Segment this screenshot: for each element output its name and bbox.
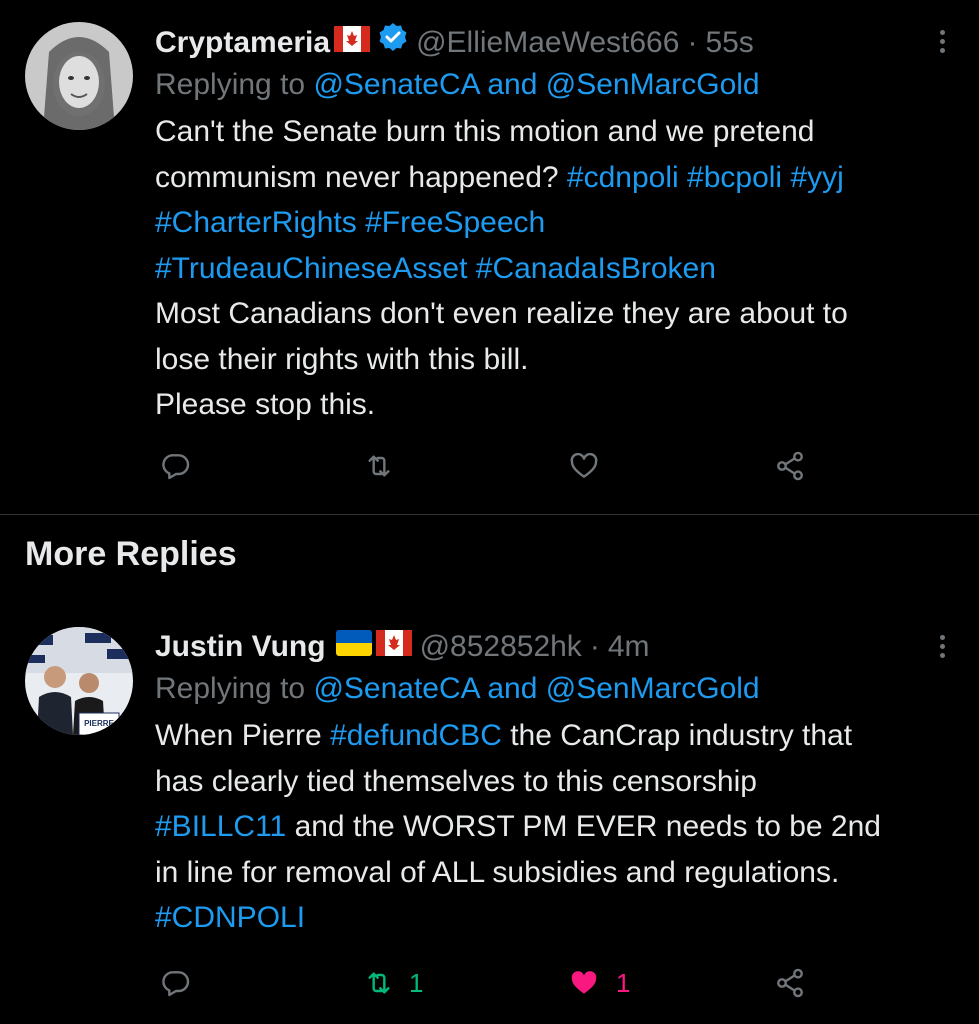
- text-line: has clearly tied themselves to this cens…: [155, 764, 757, 798]
- text-line: #CDNPOLI: [155, 895, 949, 941]
- share-icon: [777, 451, 803, 481]
- mention-link[interactable]: @SenMarcGold: [546, 68, 760, 101]
- timestamp[interactable]: 55s: [705, 23, 753, 63]
- heart-icon: [570, 452, 598, 478]
- tweet-header: Cryptameria @EllieMaeWest666 · 55s: [155, 22, 949, 63]
- tweet-actions: 1 1: [160, 967, 979, 1007]
- text-span: the CanCrap industry that: [510, 719, 853, 752]
- text-line: communism never happened? #cdnpoli #bcpo…: [155, 155, 949, 201]
- hashtag-link[interactable]: #yyj: [790, 161, 843, 194]
- text-span: and the WORST PM EVER needs to be 2nd: [294, 810, 881, 843]
- share-button[interactable]: [774, 450, 806, 482]
- text-line: Most Canadians don't even realize they a…: [155, 297, 848, 330]
- more-dot: [939, 635, 945, 640]
- more-dot: [939, 653, 945, 658]
- canada-flag-icon: [375, 627, 412, 667]
- hashtag-link[interactable]: #FreeSpeech: [365, 206, 545, 239]
- hashtag-link[interactable]: #CharterRights: [155, 206, 357, 239]
- tweet-header: Justin Vung @852852hk · 4m: [155, 627, 949, 667]
- handle[interactable]: @EllieMaeWest666: [416, 23, 679, 63]
- replying-to: Replying to @SenateCA and @SenMarcGold: [155, 667, 949, 711]
- text-span: communism never happened?: [155, 160, 559, 194]
- avatar[interactable]: PIERRE: [25, 627, 133, 735]
- replying-and: and: [487, 672, 538, 705]
- handle[interactable]: @852852hk: [420, 627, 582, 667]
- hashtag-link[interactable]: #TrudeauChineseAsset: [155, 252, 467, 285]
- more-options-button[interactable]: [937, 631, 947, 662]
- replying-to-label: Replying to: [155, 68, 306, 101]
- reply-icon: [162, 971, 190, 997]
- more-dot: [939, 48, 945, 53]
- text-line: When Pierre #defundCBC the CanCrap indus…: [155, 713, 949, 759]
- text-line: in line for removal of ALL subsidies and…: [155, 855, 840, 889]
- verified-badge-icon: [378, 22, 408, 63]
- text-line: Please stop this.: [155, 388, 376, 421]
- display-name[interactable]: Justin Vung: [155, 627, 326, 667]
- hashtag-link[interactable]: #defundCBC: [330, 719, 502, 752]
- retweet-button[interactable]: 1: [363, 967, 423, 999]
- replying-and: and: [487, 68, 538, 101]
- like-button[interactable]: [568, 450, 600, 482]
- replying-to-label: Replying to: [155, 672, 306, 705]
- retweet-icon: [368, 455, 390, 477]
- text-line: #TrudeauChineseAsset #CanadaIsBroken: [155, 246, 949, 292]
- avatar-sign-text: PIERRE: [84, 719, 114, 728]
- more-options-button[interactable]: [937, 26, 947, 57]
- text-line: #CharterRights #FreeSpeech: [155, 200, 949, 246]
- tweet-actions: [160, 450, 979, 490]
- like-button[interactable]: 1: [568, 967, 630, 999]
- hashtag-link[interactable]: #BILLC11: [155, 810, 286, 843]
- separator: ·: [589, 630, 600, 663]
- timestamp[interactable]: 4m: [608, 627, 650, 667]
- reply-icon: [162, 454, 190, 480]
- avatar[interactable]: [25, 22, 133, 130]
- display-name[interactable]: Cryptameria: [155, 23, 330, 63]
- like-count: 1: [616, 967, 631, 998]
- reply-button[interactable]: [160, 967, 192, 999]
- text-line: Can't the Senate burn this motion and we…: [155, 115, 815, 148]
- heart-icon: [571, 971, 597, 994]
- retweet-icon: [368, 972, 390, 994]
- canada-flag-icon: [334, 23, 371, 63]
- section-title: More Replies: [25, 535, 237, 573]
- more-dot: [939, 30, 945, 35]
- share-button[interactable]: [774, 967, 806, 999]
- divider: [0, 514, 979, 515]
- retweet-count: 1: [409, 967, 424, 998]
- more-dot: [939, 39, 945, 44]
- mention-link[interactable]: @SenateCA: [313, 68, 479, 101]
- share-icon: [777, 968, 803, 998]
- hashtag-link[interactable]: #CDNPOLI: [155, 901, 305, 934]
- tweet-text: When Pierre #defundCBC the CanCrap indus…: [155, 713, 949, 941]
- reply-button[interactable]: [160, 450, 192, 482]
- text-span: When Pierre: [155, 719, 322, 752]
- retweet-button[interactable]: [363, 450, 395, 482]
- hashtag-link[interactable]: #cdnpoli: [567, 161, 679, 194]
- hashtag-link[interactable]: #CanadaIsBroken: [476, 252, 716, 285]
- mention-link[interactable]: @SenateCA: [313, 672, 479, 705]
- separator: ·: [687, 25, 698, 59]
- replying-to: Replying to @SenateCA and @SenMarcGold: [155, 63, 949, 107]
- more-dot: [939, 644, 945, 649]
- text-line: #BILLC11 and the WORST PM EVER needs to …: [155, 804, 949, 850]
- hashtag-link[interactable]: #bcpoli: [687, 161, 782, 194]
- mention-link[interactable]: @SenMarcGold: [546, 672, 760, 705]
- tweet-text: Can't the Senate burn this motion and we…: [155, 109, 949, 428]
- text-line: lose their rights with this bill.: [155, 342, 529, 376]
- ukraine-flag-icon: [335, 627, 372, 667]
